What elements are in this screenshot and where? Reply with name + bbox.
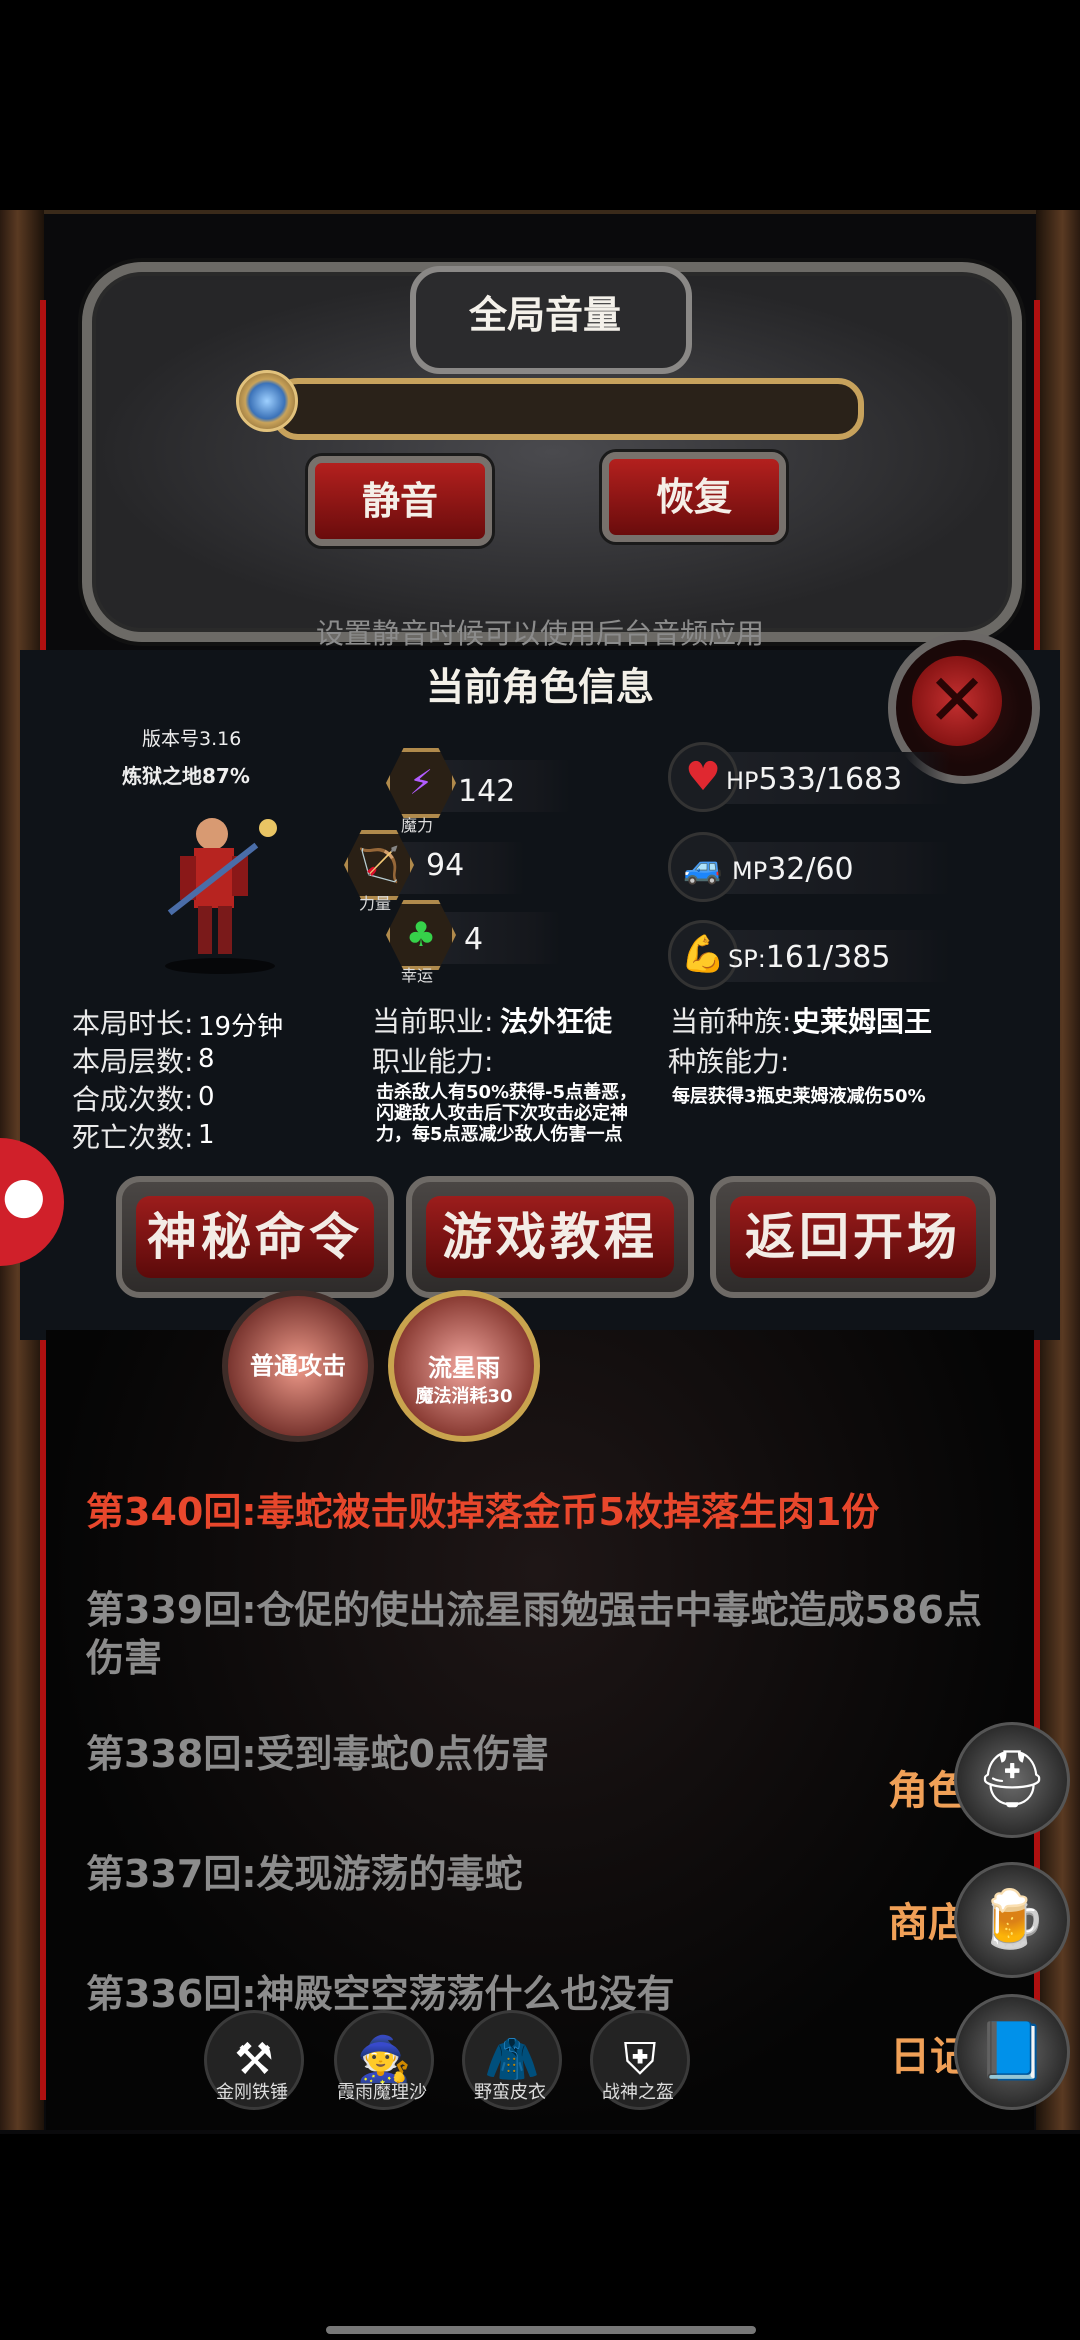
- skill-normal-attack-label: 普通攻击: [250, 1352, 346, 1380]
- floors-label: 本局层数:: [72, 1045, 194, 1078]
- sp-label: SP:: [728, 945, 766, 973]
- mp-value: 32/60: [767, 852, 854, 887]
- magic-value: 142: [458, 774, 516, 809]
- race-ability-label: 种族能力:: [668, 1045, 790, 1078]
- restore-button[interactable]: 恢复: [602, 452, 786, 542]
- log-entry: 第337回:发现游荡的毒蛇: [86, 1852, 523, 1896]
- back-to-start-label: 返回开场: [730, 1196, 976, 1278]
- hp-label: HP: [726, 767, 759, 795]
- helmet-icon[interactable]: ⛑: [954, 1722, 1070, 1838]
- location-progress: 炼狱之地87%: [122, 764, 250, 788]
- race-ability-desc: 每层获得3瓶史莱姆液减伤50%: [672, 1086, 926, 1107]
- volume-title: 全局音量: [468, 293, 621, 337]
- duration-label: 本局时长:: [72, 1007, 194, 1040]
- strength-value: 94: [426, 848, 465, 883]
- volume-slider[interactable]: [272, 378, 864, 440]
- mp-label: MP: [732, 857, 768, 885]
- crafts-label: 合成次数:: [72, 1083, 194, 1116]
- mute-button[interactable]: 静音: [308, 456, 492, 546]
- log-entry: 第338回:受到毒蛇0点伤害: [86, 1732, 549, 1776]
- equipment-label: 战神之盔: [602, 2082, 674, 2103]
- mp-readout: MP32/60: [732, 852, 854, 887]
- job-value: 法外狂徒: [500, 1005, 613, 1038]
- equipment-label: 野蛮皮衣: [474, 2082, 546, 2103]
- strength-caption: 力量: [358, 894, 391, 913]
- lightning-icon: ⚡: [409, 763, 433, 803]
- character-sprite: [165, 818, 277, 974]
- deaths-value: 1: [198, 1120, 215, 1150]
- luck-value: 4: [464, 922, 484, 957]
- race-value: 史莱姆国王: [792, 1005, 933, 1038]
- hp-value: 533/1683: [758, 762, 903, 797]
- equipment-label: 霞雨魔理沙: [337, 2082, 427, 2103]
- bow-icon: 🏹: [357, 845, 401, 885]
- home-indicator[interactable]: [326, 2326, 756, 2334]
- clover-icon: ♣: [405, 915, 437, 955]
- luck-caption: 幸运: [400, 966, 433, 985]
- back-to-start-button[interactable]: 返回开场: [710, 1176, 996, 1298]
- sp-readout: SP:161/385: [728, 940, 890, 975]
- mystery-command-label: 神秘命令: [136, 1196, 374, 1278]
- duration-value: 19分钟: [198, 1012, 284, 1042]
- floors-value: 8: [198, 1044, 215, 1074]
- person-icon[interactable]: ●: [2, 1166, 46, 1236]
- close-icon[interactable]: ✕: [912, 656, 1002, 746]
- mp-vehicle-icon: 🚙: [668, 832, 738, 902]
- log-entry: 第336回:神殿空空荡荡什么也没有: [86, 1972, 675, 2016]
- log-entry: 第339回:仓促的使出流星雨勉强击中毒蛇造成586点伤害: [86, 1588, 982, 1680]
- equipment-label: 金刚铁锤: [216, 2082, 288, 2103]
- book-icon[interactable]: 📘: [954, 1994, 1070, 2110]
- job-ability-label: 职业能力:: [372, 1045, 494, 1078]
- game-tutorial-button[interactable]: 游戏教程: [406, 1176, 694, 1298]
- log-entry: 第340回:毒蛇被击败掉落金币5枚掉落生肉1份: [86, 1490, 880, 1534]
- job-ability-desc: 击杀敌人有50%获得-5点善恶，闪避敌人攻击后下次攻击必定神力，每5点恶减少敌人…: [376, 1082, 638, 1145]
- deaths-label: 死亡次数:: [72, 1121, 194, 1154]
- crafts-value: 0: [198, 1082, 215, 1112]
- version-label: 版本号3.16: [142, 728, 242, 750]
- skill-meteor-rain-label: 流星雨: [428, 1354, 500, 1382]
- sp-value: 161/385: [765, 940, 891, 975]
- hp-readout: HP533/1683: [726, 762, 902, 797]
- mystery-command-button[interactable]: 神秘命令: [116, 1176, 394, 1298]
- beer-mug-icon[interactable]: 🍺: [954, 1862, 1070, 1978]
- volume-slider-knob[interactable]: [236, 370, 298, 432]
- race-label: 当前种族:: [670, 1005, 792, 1038]
- job-label: 当前职业:: [372, 1005, 494, 1038]
- skill-meteor-rain-cost: 魔法消耗30: [415, 1386, 513, 1407]
- game-tutorial-label: 游戏教程: [426, 1196, 674, 1278]
